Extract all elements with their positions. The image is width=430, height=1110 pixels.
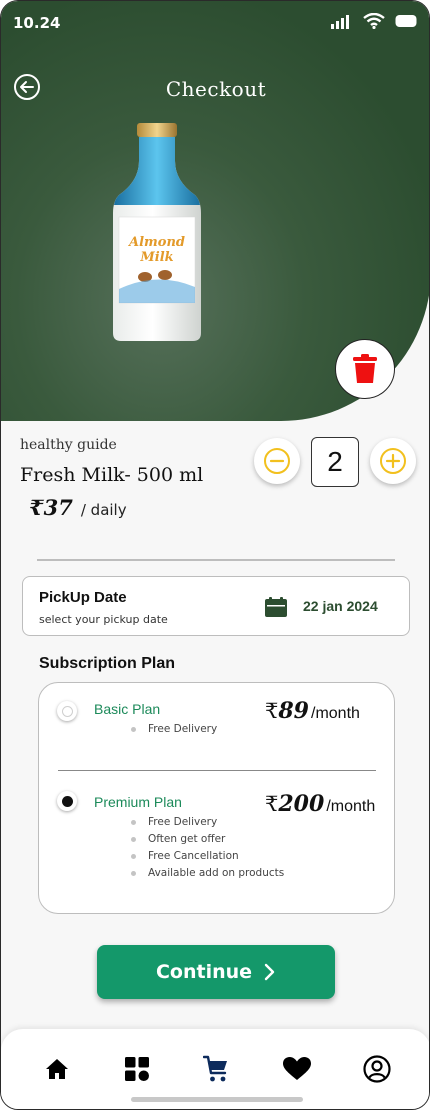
quantity-value: 2 — [311, 437, 359, 487]
profile-icon — [363, 1055, 391, 1083]
basic-plan-name: Basic Plan — [94, 701, 161, 717]
basic-plan-currency: ₹ — [265, 699, 279, 723]
status-bar: 10.24 — [1, 1, 429, 47]
bottom-tab-bar — [1, 1029, 429, 1109]
feature-item: Available add on products — [131, 867, 284, 884]
status-icons — [331, 13, 417, 29]
basic-plan-amount: 89 — [278, 698, 309, 724]
feature-item: Free Cancellation — [131, 850, 284, 867]
status-time: 10.24 — [13, 14, 61, 32]
checkout-screen: 10.24 Checkout Almond Milk healthy guide… — [0, 0, 430, 1110]
premium-plan-period: /month — [326, 798, 376, 815]
premium-plan-amount: 200 — [278, 791, 325, 817]
product-hero: 10.24 Checkout Almond Milk — [1, 1, 429, 421]
continue-button[interactable]: Continue — [97, 945, 335, 999]
feature-item: Free Delivery — [131, 723, 217, 740]
continue-label: Continue — [155, 961, 253, 983]
decrement-button[interactable] — [254, 438, 300, 484]
pickup-date-card[interactable]: PickUp Date select your pickup date 22 j… — [22, 576, 410, 636]
product-price: ₹ 37 / daily — [29, 495, 127, 520]
premium-plan-price: ₹ 200 /month — [265, 791, 375, 817]
product-name: Fresh Milk- 500 ml — [20, 464, 204, 486]
home-icon — [46, 1059, 68, 1079]
tab-home[interactable] — [43, 1055, 71, 1083]
tab-categories[interactable] — [123, 1055, 151, 1083]
basic-plan-features: Free Delivery — [131, 723, 217, 740]
battery-icon — [395, 15, 417, 27]
radio-unselected-dot — [61, 705, 73, 717]
page-title: Checkout — [165, 77, 267, 101]
plan-divider — [58, 770, 376, 771]
premium-plan-features: Free Delivery Often get offer Free Cance… — [131, 816, 284, 884]
premium-plan-currency: ₹ — [265, 792, 279, 816]
pickup-title: PickUp Date — [39, 589, 127, 606]
grid-icon — [125, 1057, 149, 1081]
subscription-plans: Basic Plan ₹ 89 /month Free Delivery Pre… — [38, 682, 395, 914]
basic-plan-period: /month — [311, 705, 360, 722]
calendar-icon — [265, 597, 287, 617]
minus-circle-icon — [264, 448, 290, 474]
plus-circle-icon — [380, 448, 406, 474]
cart-icon — [203, 1055, 227, 1082]
radio-selected-dot — [61, 795, 73, 807]
basic-plan-price: ₹ 89 /month — [265, 698, 360, 724]
tab-profile[interactable] — [363, 1055, 391, 1083]
price-currency: ₹ — [29, 495, 44, 520]
price-amount: 37 — [43, 495, 73, 520]
increment-button[interactable] — [370, 438, 416, 484]
section-divider — [37, 559, 395, 561]
premium-plan-radio[interactable] — [57, 791, 77, 811]
pickup-date-value: 22 jan 2024 — [303, 598, 378, 614]
wifi-icon — [363, 13, 385, 29]
premium-plan-name: Premium Plan — [94, 794, 182, 810]
subscription-heading: Subscription Plan — [39, 655, 176, 672]
delete-button[interactable] — [335, 339, 395, 399]
feature-item: Free Delivery — [131, 816, 284, 833]
product-subtitle: healthy guide — [20, 437, 117, 453]
tab-cart[interactable] — [202, 1055, 230, 1083]
chevron-right-icon — [264, 963, 275, 981]
pickup-hint: select your pickup date — [39, 613, 168, 626]
feature-item: Often get offer — [131, 833, 284, 850]
home-indicator — [131, 1097, 303, 1102]
product-image: Almond Milk — [113, 123, 201, 341]
price-unit: / daily — [80, 501, 127, 519]
signal-icon — [331, 15, 349, 29]
bottle-label-line1: Almond — [127, 235, 185, 250]
basic-plan-radio[interactable] — [57, 701, 77, 721]
bottle-label-line2: Milk — [139, 250, 173, 265]
tab-favorites[interactable] — [283, 1055, 311, 1083]
heart-icon — [283, 1057, 311, 1080]
trash-icon — [353, 354, 377, 383]
